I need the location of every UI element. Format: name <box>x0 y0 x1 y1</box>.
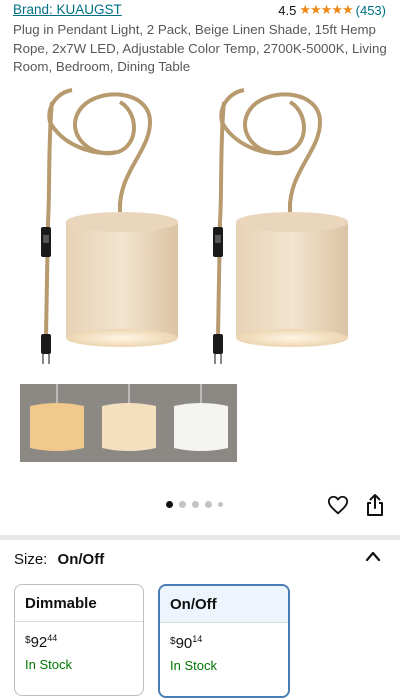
option-name: Dimmable <box>15 585 143 622</box>
product-image[interactable] <box>0 82 400 377</box>
option-price: $9244 <box>25 633 58 651</box>
stock-status: In Stock <box>25 657 72 672</box>
carousel-dot[interactable] <box>192 501 199 508</box>
color-temperature-thumbnail[interactable] <box>20 384 237 462</box>
image-carousel-indicator[interactable] <box>166 501 223 508</box>
option-name: On/Off <box>160 586 288 623</box>
size-selector-header[interactable]: Size: On/Off <box>14 551 104 568</box>
rating-summary[interactable]: 4.5 ★★★★★ (453) <box>278 2 386 18</box>
size-label: Size: <box>14 551 48 568</box>
carousel-dot[interactable] <box>166 501 173 508</box>
carousel-dot[interactable] <box>205 501 212 508</box>
rating-count[interactable]: (453) <box>356 3 386 18</box>
heart-icon[interactable] <box>327 494 349 516</box>
chevron-up-icon[interactable] <box>365 549 381 563</box>
carousel-dot[interactable] <box>179 501 186 508</box>
star-rating-icon: ★★★★★ <box>299 2 353 17</box>
section-divider <box>0 535 400 540</box>
option-price: $9014 <box>170 634 203 652</box>
option-card-dimmable[interactable]: Dimmable $9244 In Stock <box>14 584 144 696</box>
size-value: On/Off <box>57 551 105 568</box>
rating-value: 4.5 <box>278 2 297 18</box>
product-title: Plug in Pendant Light, 2 Pack, Beige Lin… <box>13 22 387 74</box>
option-card-on-off[interactable]: On/Off $9014 In Stock <box>158 584 290 698</box>
brand-link[interactable]: Brand: KUAUGST <box>13 2 122 17</box>
carousel-dot[interactable] <box>218 502 223 507</box>
stock-status: In Stock <box>170 658 217 673</box>
share-icon[interactable] <box>365 493 385 517</box>
